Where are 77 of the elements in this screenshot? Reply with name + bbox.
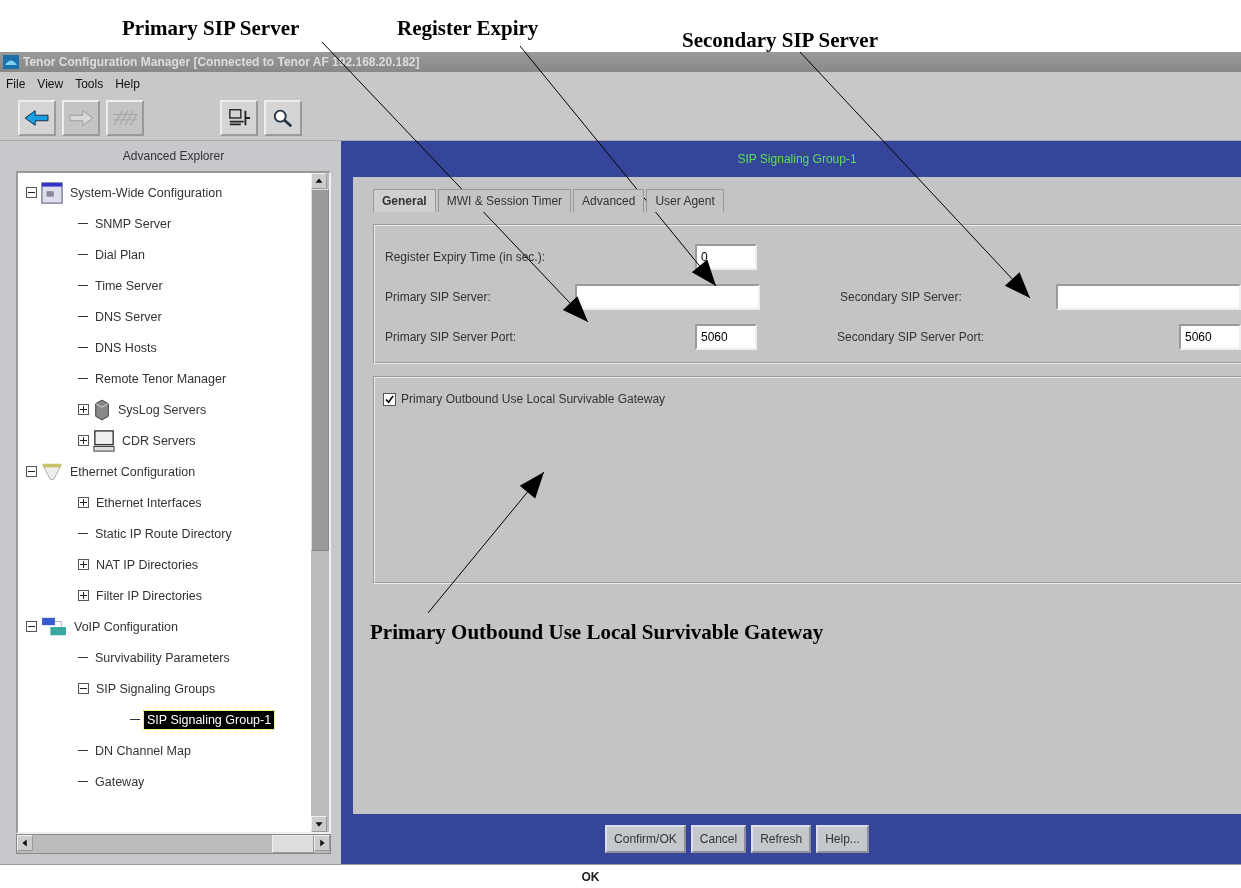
monitor-icon: [93, 429, 115, 452]
tree-item[interactable]: CDR Servers: [119, 431, 199, 450]
toggle-icon[interactable]: [78, 559, 89, 570]
input-field[interactable]: 5060: [695, 324, 757, 350]
status-text: OK: [581, 869, 600, 884]
tree-item[interactable]: SIP Signaling Group-1: [144, 710, 275, 729]
forward-arrow-icon: [67, 107, 95, 129]
vertical-scrollbar[interactable]: [311, 173, 329, 832]
tab[interactable]: User Agent: [646, 189, 724, 212]
field-label: Secondary SIP Server Port:: [837, 330, 986, 344]
tree-item[interactable]: Ethernet Configuration: [67, 462, 199, 481]
toggle-icon[interactable]: [78, 590, 89, 601]
menu-item[interactable]: File: [6, 77, 26, 91]
window-icon: [41, 181, 63, 204]
tree-item[interactable]: SNMP Server: [92, 214, 175, 233]
toggle-icon[interactable]: [78, 435, 89, 446]
callout-label: Register Expiry: [397, 16, 539, 41]
callout-label: Secondary SIP Server: [682, 28, 878, 53]
tree-item[interactable]: System-Wide Configuration: [67, 183, 226, 202]
toggle-icon[interactable]: [26, 466, 37, 477]
tree-item[interactable]: Filter IP Directories: [93, 586, 206, 605]
dialog-button[interactable]: Cancel: [690, 825, 747, 853]
callout-label: Primary Outbound Use Local Survivable Gateway: [370, 620, 824, 645]
search-button[interactable]: [264, 100, 302, 136]
tab[interactable]: MWI & Session Timer: [437, 189, 572, 212]
scroll-thumb[interactable]: [311, 189, 329, 551]
tree-item[interactable]: Static IP Route Directory: [92, 524, 235, 543]
back-arrow-icon: [23, 107, 51, 129]
app-icon: [3, 55, 19, 69]
input-field[interactable]: [575, 284, 760, 310]
tree-item[interactable]: Survivability Parameters: [92, 648, 233, 667]
tree-item[interactable]: NAT IP Directories: [93, 555, 202, 574]
server-icon: [93, 398, 111, 421]
form-button[interactable]: [220, 100, 258, 136]
tab[interactable]: Advanced: [573, 189, 645, 212]
scroll-up-icon[interactable]: [311, 173, 327, 189]
tree-item[interactable]: Ethernet Interfaces: [93, 493, 205, 512]
input-field[interactable]: [1056, 284, 1241, 310]
tab[interactable]: General: [373, 189, 436, 212]
tree-item[interactable]: Remote Tenor Manager: [92, 369, 230, 388]
horizontal-scrollbar[interactable]: [16, 834, 331, 854]
tree-item[interactable]: DNS Hosts: [92, 338, 160, 357]
field-label: Secondary SIP Server:: [840, 290, 963, 304]
input-field[interactable]: 0: [695, 244, 757, 270]
field-label: Primary SIP Server:: [385, 290, 492, 304]
toggle-icon[interactable]: [78, 404, 89, 415]
tree-item[interactable]: SIP Signaling Groups: [93, 679, 219, 698]
menu-item[interactable]: Tools: [75, 77, 104, 91]
tree-item[interactable]: SysLog Servers: [115, 400, 210, 419]
checkbox-label: Primary Outbound Use Local Survivable Gateway: [401, 392, 666, 406]
menu-item[interactable]: Help: [115, 77, 140, 91]
network-icon: [41, 615, 67, 638]
scroll-thumb[interactable]: [272, 835, 314, 853]
input-field[interactable]: 5060: [1179, 324, 1241, 350]
dialog-button[interactable]: Help...: [816, 825, 869, 853]
panel-title: SIP Signaling Group-1: [736, 151, 858, 168]
menu-item[interactable]: View: [37, 77, 64, 91]
back-button[interactable]: [18, 100, 56, 136]
toggle-icon[interactable]: [26, 621, 37, 632]
dialog-button[interactable]: Confirm/OK: [605, 825, 686, 853]
callout-label: Primary SIP Server: [122, 16, 300, 41]
scroll-down-icon[interactable]: [311, 816, 327, 832]
toggle-icon[interactable]: [78, 683, 89, 694]
tree-item[interactable]: DNS Server: [92, 307, 165, 326]
scroll-right-icon[interactable]: [314, 835, 330, 851]
tree-item[interactable]: Gateway: [92, 772, 148, 791]
checkbox[interactable]: [383, 392, 396, 406]
tree-item[interactable]: DN Channel Map: [92, 741, 194, 760]
explorer-title: Advanced Explorer: [121, 148, 226, 165]
tree-item[interactable]: VoIP Configuration: [71, 617, 181, 636]
tree-item[interactable]: Dial Plan: [92, 245, 149, 264]
tree-item[interactable]: Time Server: [92, 276, 166, 295]
dialog-button[interactable]: Refresh: [751, 825, 812, 853]
toggle-icon[interactable]: [78, 497, 89, 508]
scroll-left-icon[interactable]: [17, 835, 33, 851]
toggle-icon[interactable]: [26, 187, 37, 198]
field-label: Primary SIP Server Port:: [385, 330, 518, 344]
